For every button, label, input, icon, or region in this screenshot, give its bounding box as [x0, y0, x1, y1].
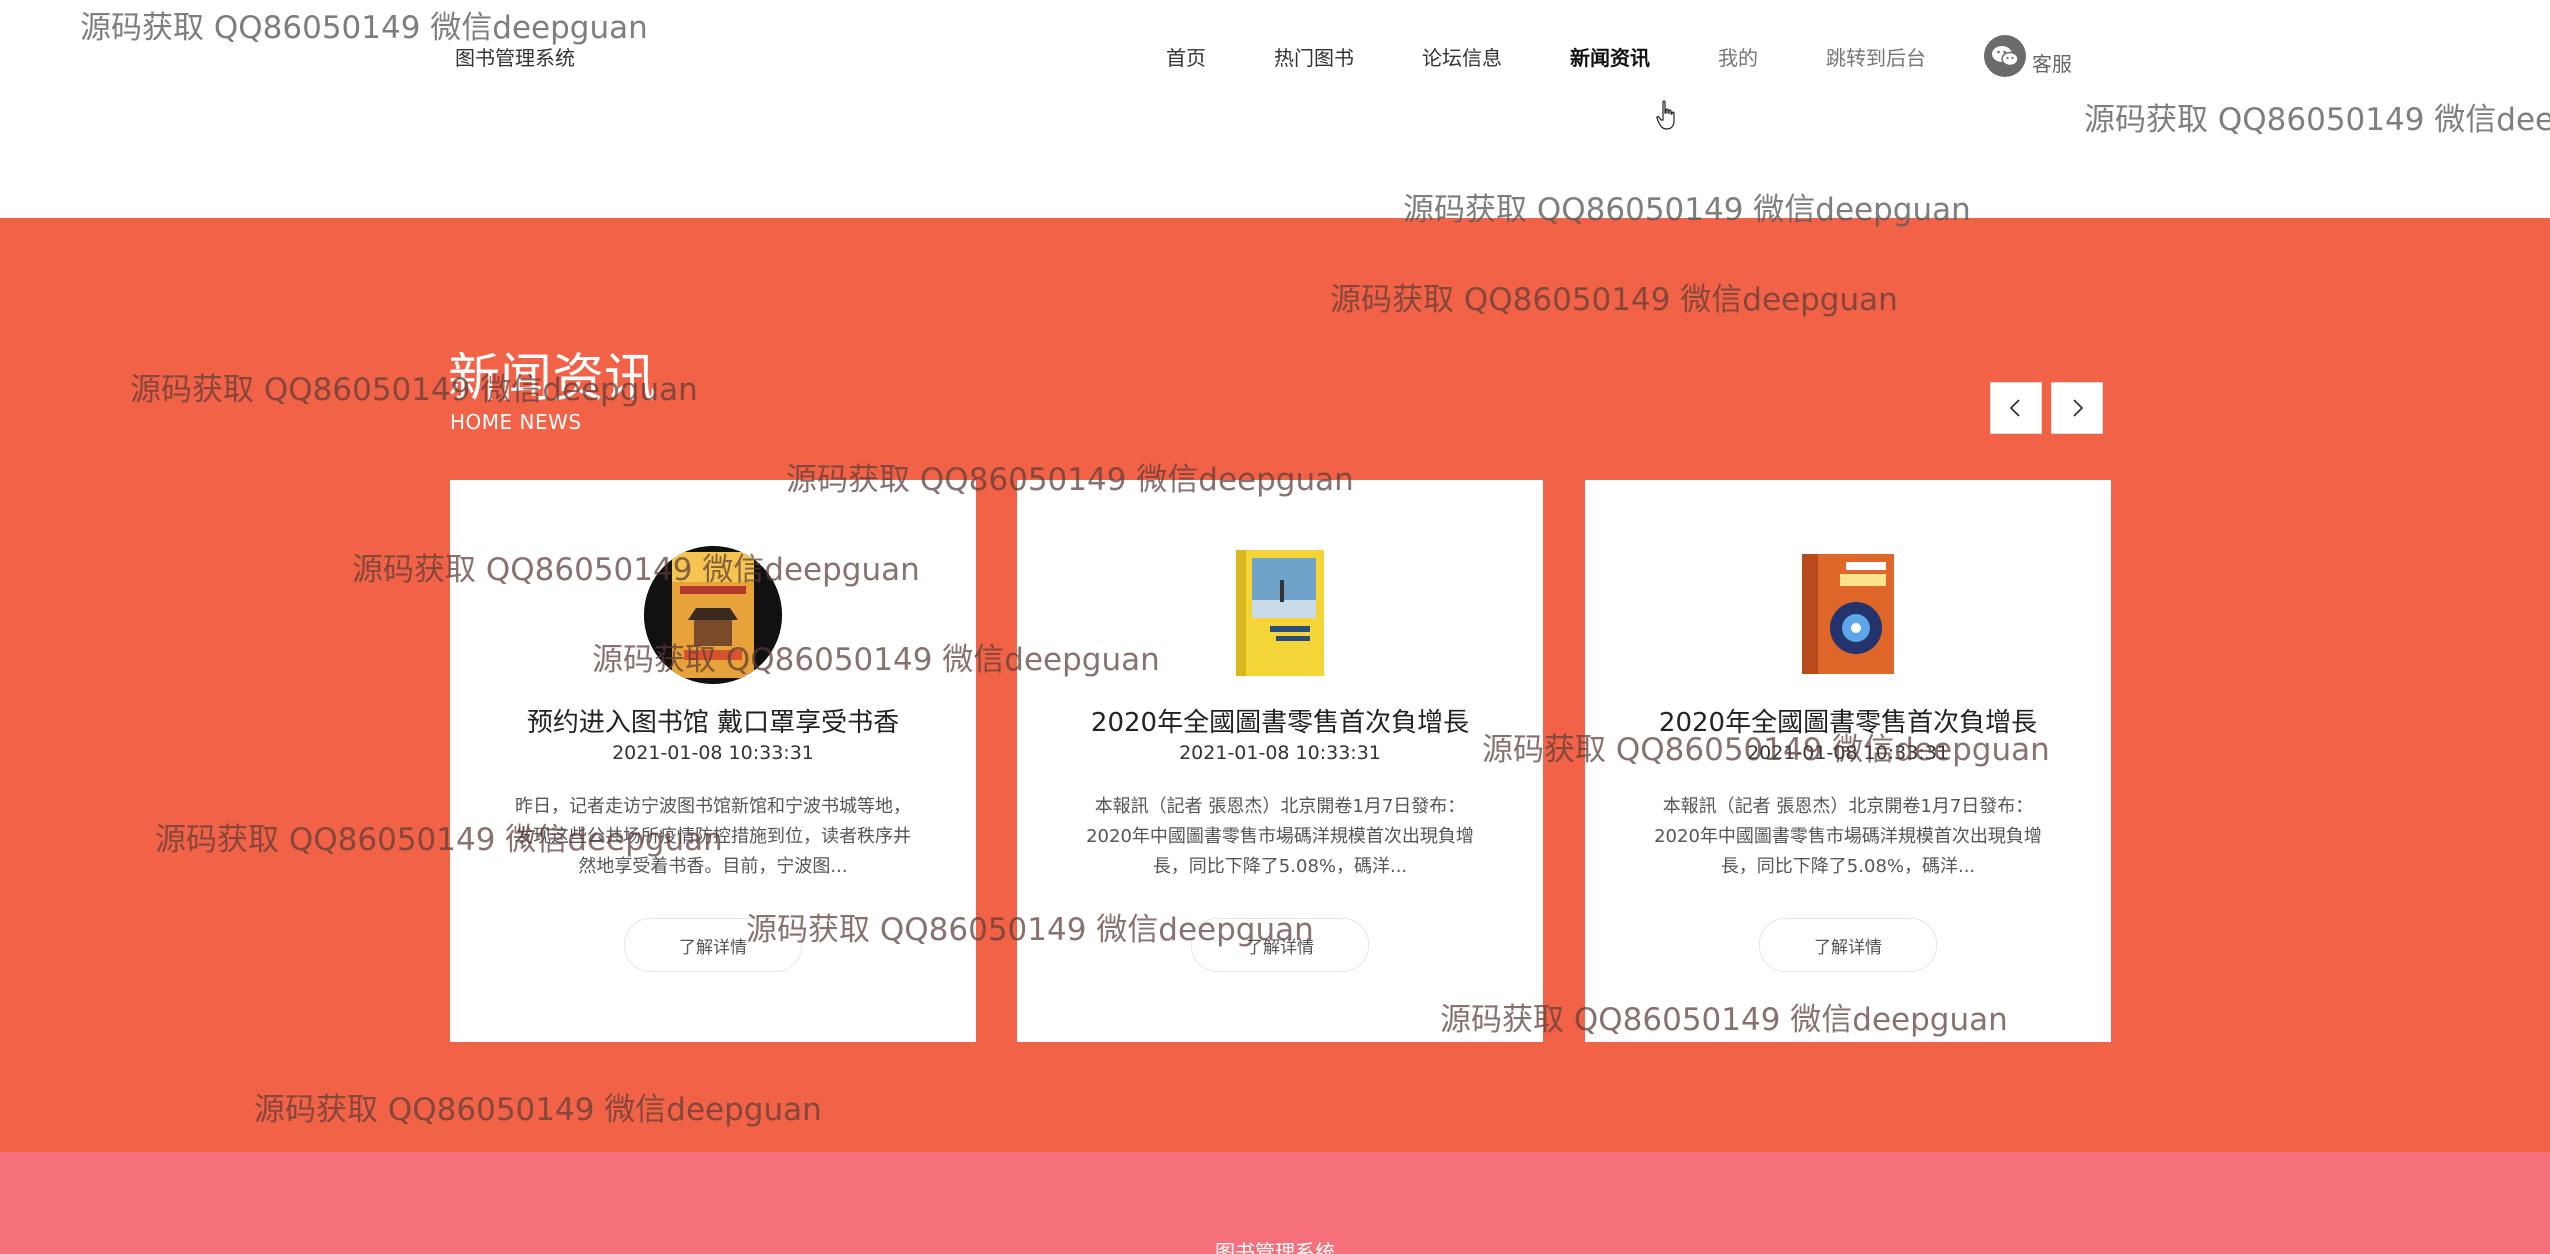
news-card-summary: 本報訊（記者 張恩杰）北京開卷1月7日發布：2020年中國圖書零售市場碼洋規模首… [1086, 796, 1474, 877]
customer-service-label: 客服 [2032, 52, 2072, 76]
nav-forum[interactable]: 论坛信息 [1422, 42, 1502, 71]
nav-home[interactable]: 首页 [1166, 42, 1206, 71]
nav-news[interactable]: 新闻资讯 [1570, 42, 1650, 71]
chevron-left-icon [2009, 399, 2020, 417]
news-cover-image [1230, 550, 1330, 676]
news-title: 新闻资讯 [448, 350, 657, 408]
nav-hot-books[interactable]: 热门图书 [1274, 42, 1354, 71]
header: 图书管理系统 首页 热门图书 论坛信息 新闻资讯 我的 跳转到后台 客服 [0, 0, 2550, 218]
news-card-date: 2021-01-08 10:33:31 [1747, 742, 1949, 764]
news-card[interactable]: 预约进入图书馆 戴口罩享受书香 2021-01-08 10:33:31 昨日，记… [450, 480, 976, 1042]
news-cover-image [1798, 550, 1898, 676]
news-subtitle: HOME NEWS [450, 410, 582, 434]
news-card-title[interactable]: 2020年全國圖書零售首次負增長 [1585, 702, 2111, 739]
news-card[interactable]: 2020年全國圖書零售首次負增長 2021-01-08 10:33:31 本報訊… [1585, 480, 2111, 1042]
wechat-icon [1984, 34, 2026, 77]
site-title: 图书管理系统 [455, 46, 575, 70]
detail-button[interactable]: 了解详情 [624, 918, 802, 972]
footer-title: 图书管理系统 [1215, 1240, 1335, 1254]
page-root: 图书管理系统 首页 热门图书 论坛信息 新闻资讯 我的 跳转到后台 客服 新闻资… [0, 0, 2550, 1254]
news-section: 新闻资讯 HOME NEWS 预约进入图书馆 戴口罩享受书香 2021-01-0… [0, 218, 2550, 1152]
carousel-next-button[interactable] [2051, 382, 2103, 434]
customer-service[interactable]: 客服 [1984, 34, 2072, 77]
news-card-title[interactable]: 2020年全國圖書零售首次負增長 [1017, 702, 1543, 739]
detail-button[interactable]: 了解详情 [1191, 918, 1369, 972]
news-card-summary: 昨日，记者走访宁波图书馆新馆和宁波书城等地，发现这些公共场所疫情防控措施到位，读… [515, 796, 911, 877]
footer: 图书管理系统 [0, 1152, 2550, 1254]
news-cover-image [644, 546, 782, 684]
news-card-date: 2021-01-08 10:33:31 [612, 742, 814, 764]
news-card-summary: 本報訊（記者 張恩杰）北京開卷1月7日發布：2020年中國圖書零售市場碼洋規模首… [1654, 796, 2042, 877]
main-nav: 首页 热门图书 论坛信息 新闻资讯 我的 跳转到后台 [1166, 42, 1994, 71]
hand-cursor-icon [1656, 100, 1675, 130]
nav-mine[interactable]: 我的 [1718, 42, 1758, 71]
news-card-date: 2021-01-08 10:33:31 [1179, 742, 1381, 764]
news-card[interactable]: 2020年全國圖書零售首次負增長 2021-01-08 10:33:31 本報訊… [1017, 480, 1543, 1042]
carousel-prev-button[interactable] [1990, 382, 2042, 434]
chevron-right-icon [2073, 399, 2084, 417]
nav-admin[interactable]: 跳转到后台 [1826, 42, 1926, 71]
news-card-title[interactable]: 预约进入图书馆 戴口罩享受书香 [450, 702, 976, 739]
detail-button[interactable]: 了解详情 [1759, 918, 1937, 972]
